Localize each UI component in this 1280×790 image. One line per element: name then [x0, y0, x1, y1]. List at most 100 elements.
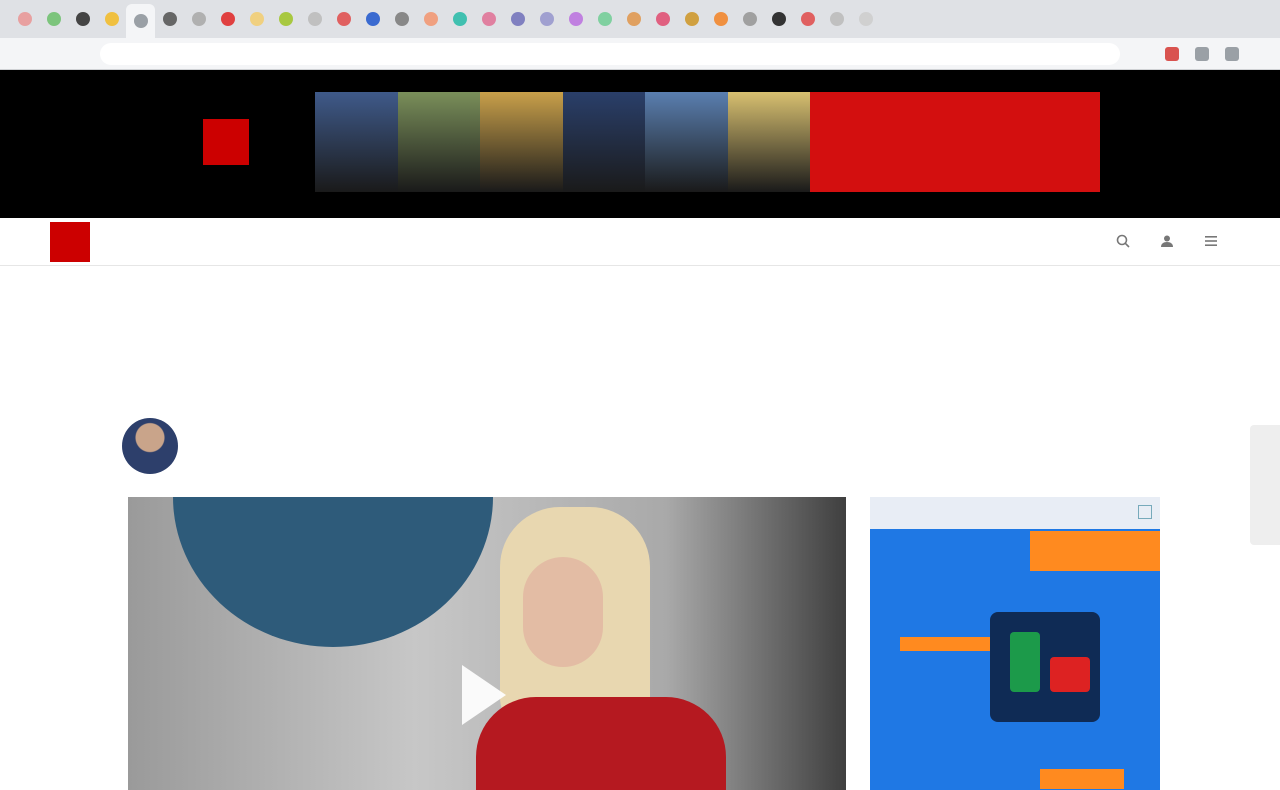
- browser-tab[interactable]: [677, 4, 706, 34]
- ad-photo: [397, 92, 480, 192]
- tab-favicon-icon: [858, 12, 873, 26]
- ad-photo: [727, 92, 810, 192]
- browser-tab[interactable]: [793, 4, 822, 34]
- tab-favicon-icon: [597, 12, 612, 26]
- video-background-seal: [173, 497, 493, 647]
- ad-choices-icon[interactable]: [1138, 505, 1152, 519]
- tab-favicon-icon: [133, 14, 148, 28]
- video-subject-body: [476, 697, 726, 790]
- tab-favicon-icon: [713, 12, 728, 26]
- ad-photo-strip: [315, 92, 810, 192]
- browser-tab[interactable]: [97, 4, 126, 34]
- site-logo[interactable]: [50, 222, 90, 262]
- tab-favicon-icon: [46, 12, 61, 26]
- browser-tab[interactable]: [300, 4, 329, 34]
- extension-icon[interactable]: [1195, 47, 1209, 61]
- tab-favicon-icon: [829, 12, 844, 26]
- site-nav: [0, 218, 1280, 266]
- tab-favicon-icon: [162, 12, 177, 26]
- browser-tab[interactable]: [416, 4, 445, 34]
- nav-right: [1088, 232, 1220, 250]
- tab-favicon-icon: [742, 12, 757, 26]
- browser-tab[interactable]: [648, 4, 677, 34]
- side-ad-header: [870, 497, 1160, 529]
- browser-tab[interactable]: [851, 4, 880, 34]
- side-ad-accent: [1030, 531, 1160, 571]
- side-ad-product-image: [990, 612, 1100, 722]
- browser-tab[interactable]: [822, 4, 851, 34]
- browser-chrome: [0, 0, 1280, 70]
- address-bar[interactable]: [100, 43, 1120, 65]
- tab-favicon-icon: [800, 12, 815, 26]
- side-ad-badge: [900, 637, 990, 651]
- ad-photo: [562, 92, 645, 192]
- browser-tab[interactable]: [532, 4, 561, 34]
- tab-favicon-icon: [278, 12, 293, 26]
- browser-tab[interactable]: [503, 4, 532, 34]
- browser-tab[interactable]: [155, 4, 184, 34]
- profile-icon[interactable]: [1225, 47, 1239, 61]
- tab-favicon-icon: [568, 12, 583, 26]
- video-player[interactable]: [128, 497, 846, 790]
- tab-favicon-icon: [684, 12, 699, 26]
- play-icon[interactable]: [462, 665, 506, 725]
- extension-icon[interactable]: [1165, 47, 1179, 61]
- tab-favicon-icon: [423, 12, 438, 26]
- tab-favicon-icon: [75, 12, 90, 26]
- browser-tab[interactable]: [358, 4, 387, 34]
- tab-favicon-icon: [394, 12, 409, 26]
- tab-favicon-icon: [626, 12, 641, 26]
- browser-tab[interactable]: [39, 4, 68, 34]
- author-avatar[interactable]: [122, 418, 178, 474]
- tab-favicon-icon: [336, 12, 351, 26]
- side-ad-cta[interactable]: [1040, 769, 1124, 789]
- ad-photo: [480, 92, 563, 192]
- ad-photo: [315, 92, 398, 192]
- ad-photo: [645, 92, 728, 192]
- browser-tab[interactable]: [10, 4, 39, 34]
- browser-tab[interactable]: [764, 4, 793, 34]
- tab-favicon-icon: [539, 12, 554, 26]
- tab-favicon-icon: [510, 12, 525, 26]
- browser-tab[interactable]: [126, 4, 155, 38]
- browser-tab[interactable]: [735, 4, 764, 34]
- tab-favicon-icon: [481, 12, 496, 26]
- browser-tab[interactable]: [387, 4, 416, 34]
- toolbar: [0, 38, 1280, 70]
- tab-favicon-icon: [365, 12, 380, 26]
- browser-tab[interactable]: [271, 4, 300, 34]
- feedback-tab[interactable]: [1250, 425, 1280, 545]
- browser-tab[interactable]: [329, 4, 358, 34]
- banner-ad-content[interactable]: [195, 92, 1100, 192]
- tab-favicon-icon: [220, 12, 235, 26]
- video-subject-face: [523, 557, 603, 667]
- browser-tab[interactable]: [68, 4, 97, 34]
- browser-tab[interactable]: [242, 4, 271, 34]
- browser-tab[interactable]: [706, 4, 735, 34]
- ad-brand-logo: [203, 119, 249, 165]
- banner-ad[interactable]: [0, 70, 1280, 218]
- browser-tab[interactable]: [619, 4, 648, 34]
- browser-tab[interactable]: [590, 4, 619, 34]
- tab-favicon-icon: [249, 12, 264, 26]
- tab-favicon-icon: [104, 12, 119, 26]
- byline: [122, 418, 522, 474]
- side-ad[interactable]: [870, 497, 1160, 790]
- menu-icon[interactable]: [1202, 232, 1220, 250]
- browser-tab[interactable]: [474, 4, 503, 34]
- browser-tab[interactable]: [184, 4, 213, 34]
- tab-favicon-icon: [452, 12, 467, 26]
- tab-strip: [0, 0, 1280, 38]
- tab-favicon-icon: [307, 12, 322, 26]
- search-icon[interactable]: [1114, 232, 1132, 250]
- browser-tab[interactable]: [445, 4, 474, 34]
- browser-tab[interactable]: [213, 4, 242, 34]
- tab-favicon-icon: [17, 12, 32, 26]
- ad-cta[interactable]: [810, 92, 1100, 192]
- browser-tab[interactable]: [561, 4, 590, 34]
- ad-brand: [195, 92, 315, 192]
- tab-favicon-icon: [771, 12, 786, 26]
- section-logo[interactable]: [120, 284, 330, 336]
- user-icon[interactable]: [1158, 232, 1176, 250]
- tab-favicon-icon: [191, 12, 206, 26]
